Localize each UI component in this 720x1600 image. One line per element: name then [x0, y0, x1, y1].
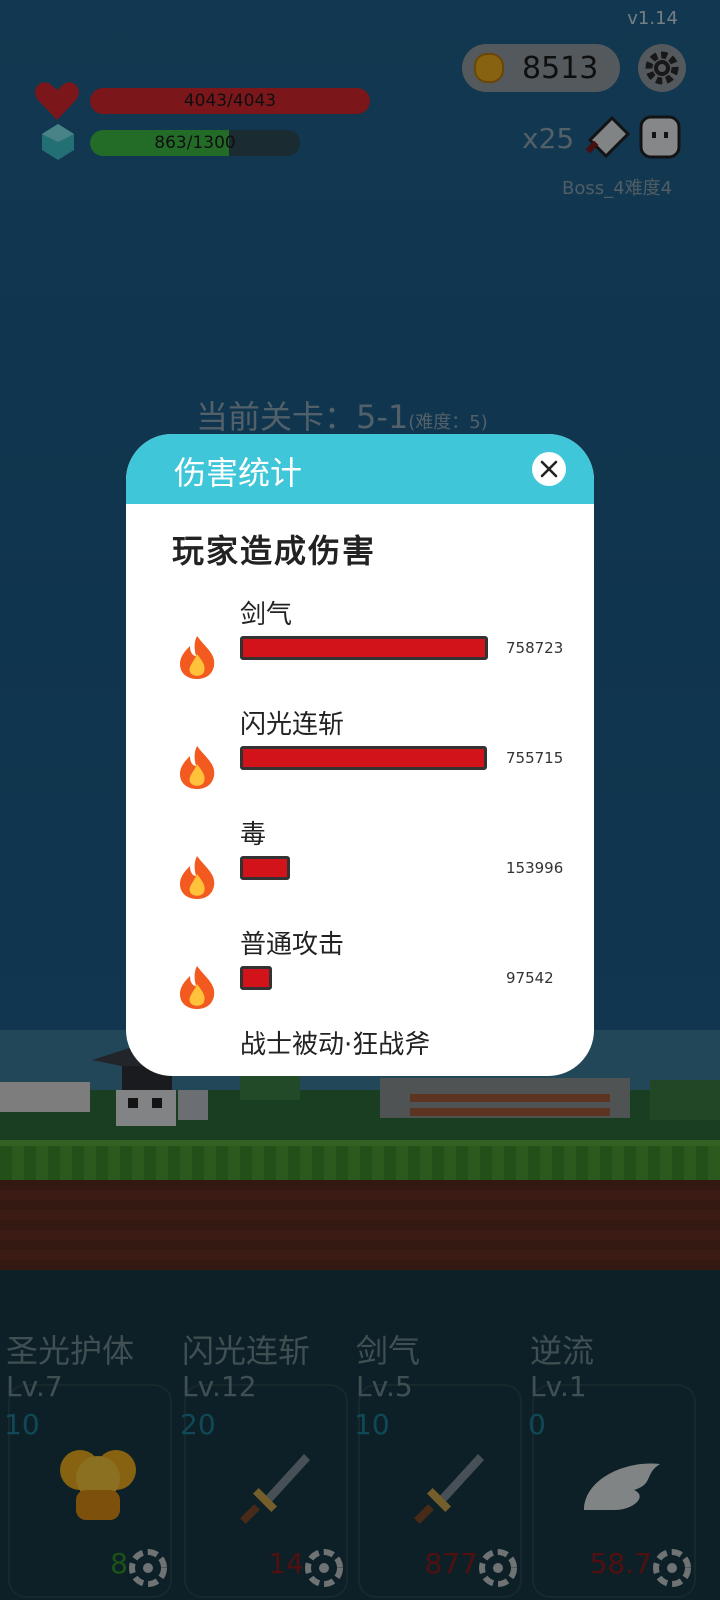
- damage-row: 战士被动·狂战斧: [172, 1024, 572, 1076]
- fire-icon: [180, 966, 215, 1009]
- damage-bar: [240, 856, 290, 880]
- damage-bar: [240, 966, 272, 990]
- damage-value: 153996: [506, 859, 564, 877]
- dialog-header: 伤害统计: [126, 434, 594, 504]
- close-button[interactable]: [532, 452, 566, 486]
- damage-source-label: 闪光连斩: [240, 710, 345, 740]
- damage-value: 97542: [506, 969, 554, 987]
- damage-source-label: 剑气: [240, 600, 293, 630]
- damage-value: 755715: [506, 749, 564, 767]
- damage-row: 闪光连斩 755715: [172, 704, 572, 814]
- damage-value: 758723: [506, 639, 564, 657]
- damage-source-label: 战士被动·狂战斧: [240, 1030, 431, 1060]
- damage-row: 剑气 758723: [172, 594, 572, 704]
- dialog-title: 伤害统计: [174, 454, 303, 492]
- damage-source-label: 普通攻击: [240, 930, 345, 960]
- damage-bar: [240, 636, 488, 660]
- close-icon: [540, 460, 558, 478]
- damage-source-label: 毒: [240, 820, 267, 850]
- damage-row: 毒 153996: [172, 814, 572, 924]
- damage-row: 普通攻击 97542: [172, 924, 572, 1034]
- section-title: 玩家造成伤害: [172, 532, 377, 570]
- fire-icon: [180, 856, 215, 899]
- damage-stats-dialog: 伤害统计 玩家造成伤害 剑气 758723 闪光连斩 755715 毒 1539…: [126, 434, 594, 1076]
- damage-bar: [240, 746, 487, 770]
- fire-icon: [180, 636, 215, 679]
- fire-icon: [180, 746, 215, 789]
